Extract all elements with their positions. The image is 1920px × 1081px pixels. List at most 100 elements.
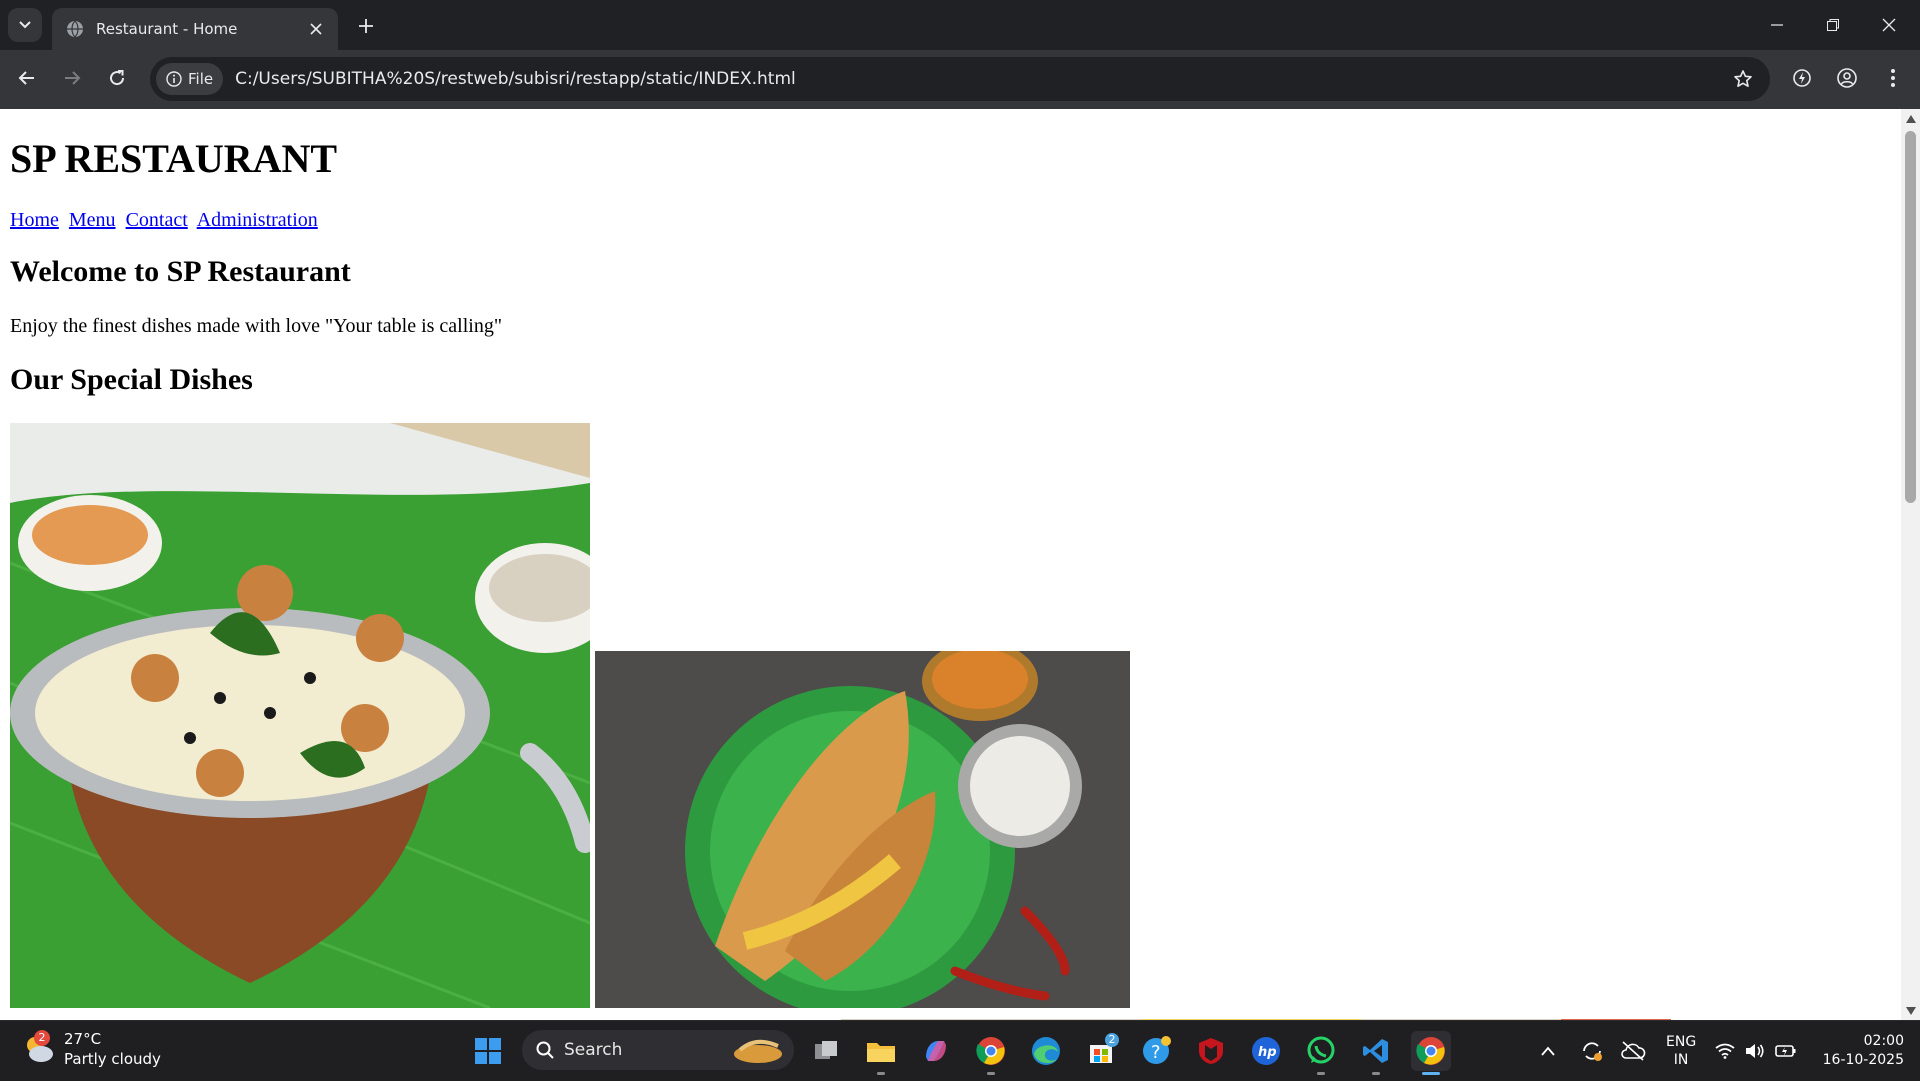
plus-icon bbox=[359, 19, 373, 33]
nav-link-contact[interactable]: Contact bbox=[126, 209, 188, 231]
chrome-taskbar-button[interactable] bbox=[971, 1031, 1011, 1075]
sync-tray-icon[interactable] bbox=[1580, 1021, 1604, 1081]
scroll-down-arrow[interactable] bbox=[1904, 1004, 1917, 1017]
shield-icon bbox=[1199, 1038, 1223, 1064]
scroll-up-arrow[interactable] bbox=[1904, 112, 1917, 125]
quick-settings[interactable] bbox=[1715, 1021, 1797, 1081]
search-icon bbox=[536, 1041, 554, 1059]
mcafee-button[interactable] bbox=[1191, 1031, 1231, 1071]
search-highlight-icon bbox=[734, 1039, 782, 1063]
welcome-heading: Welcome to SP Restaurant bbox=[10, 255, 351, 288]
tab-title: Restaurant - Home bbox=[96, 20, 238, 38]
edge-button[interactable] bbox=[1026, 1031, 1066, 1071]
running-indicator bbox=[877, 1072, 885, 1075]
wifi-icon bbox=[1715, 1043, 1735, 1059]
page-scrollbar[interactable] bbox=[1901, 109, 1920, 1020]
clock[interactable]: 02:00 16-10-2025 bbox=[1812, 1021, 1904, 1081]
scroll-thumb[interactable] bbox=[1905, 131, 1916, 503]
help-icon: ? bbox=[1143, 1036, 1171, 1064]
svg-text:?: ? bbox=[1151, 1042, 1161, 1063]
cloud-off-icon bbox=[1621, 1041, 1646, 1061]
file-explorer-button[interactable] bbox=[861, 1031, 901, 1075]
folder-icon bbox=[867, 1043, 895, 1062]
star-icon bbox=[1734, 70, 1752, 87]
new-tab-button[interactable] bbox=[352, 12, 380, 40]
active-indicator bbox=[1422, 1072, 1440, 1075]
profile-icon bbox=[1837, 68, 1857, 88]
weather-widget[interactable]: 2 27°C Partly cloudy bbox=[22, 1029, 161, 1069]
close-icon bbox=[310, 23, 322, 35]
address-bar[interactable]: File C:/Users/SUBITHA%20S/restweb/subisr… bbox=[150, 57, 1770, 101]
triangle-down-icon bbox=[1905, 1006, 1916, 1015]
page-viewport: SP RESTAURANT Home Menu Contact Administ… bbox=[0, 109, 1901, 1020]
nav-link-home[interactable]: Home bbox=[10, 209, 59, 231]
nav-link-menu[interactable]: Menu bbox=[69, 209, 116, 231]
reload-button[interactable] bbox=[99, 60, 135, 96]
hp-button[interactable]: hp bbox=[1246, 1031, 1286, 1071]
pongal-bowl-photo bbox=[10, 423, 590, 1008]
taskbar-search-label: Search bbox=[564, 1040, 623, 1060]
whatsapp-icon bbox=[1307, 1036, 1335, 1064]
site-info-chip[interactable]: File bbox=[156, 63, 224, 95]
tab-search-button[interactable] bbox=[8, 8, 42, 42]
more-vertical-icon bbox=[1891, 69, 1895, 87]
copilot-icon bbox=[926, 1041, 946, 1061]
running-indicator bbox=[1317, 1072, 1325, 1075]
edge-icon bbox=[1032, 1037, 1060, 1065]
volume-icon bbox=[1746, 1044, 1764, 1058]
third-dish-photo bbox=[841, 1013, 1671, 1020]
region-code: IN bbox=[1673, 1052, 1689, 1068]
windows-logo-icon bbox=[475, 1038, 501, 1064]
vscode-button[interactable] bbox=[1356, 1031, 1396, 1075]
windows-taskbar: 2 27°C Partly cloudy Search 2 ? hp ENG I… bbox=[0, 1020, 1920, 1081]
weather-temp: 27°C bbox=[64, 1030, 102, 1048]
browser-toolbar: File C:/Users/SUBITHA%20S/restweb/subisr… bbox=[0, 50, 1920, 109]
reload-icon bbox=[110, 70, 125, 86]
forward-button[interactable] bbox=[54, 60, 90, 96]
minimize-button[interactable] bbox=[1754, 0, 1800, 50]
task-view-button[interactable] bbox=[806, 1031, 846, 1071]
special-dishes-heading: Our Special Dishes bbox=[10, 363, 253, 396]
restore-button[interactable] bbox=[1810, 0, 1856, 50]
copilot-button[interactable] bbox=[916, 1031, 956, 1071]
profile-button[interactable] bbox=[1829, 60, 1865, 96]
chevron-down-icon bbox=[19, 21, 31, 29]
chevron-up-icon bbox=[1541, 1046, 1555, 1056]
whatsapp-button[interactable] bbox=[1301, 1031, 1341, 1075]
language-indicator[interactable]: ENG IN bbox=[1666, 1021, 1696, 1081]
browser-tab-active[interactable]: Restaurant - Home bbox=[52, 8, 338, 50]
get-help-button[interactable]: ? bbox=[1136, 1031, 1176, 1071]
triangle-up-icon bbox=[1905, 114, 1916, 123]
show-hidden-icons[interactable] bbox=[1540, 1021, 1556, 1081]
restore-icon bbox=[1827, 19, 1839, 31]
chrome-icon bbox=[1416, 1037, 1445, 1065]
url-text[interactable]: C:/Users/SUBITHA%20S/restweb/subisri/res… bbox=[235, 69, 1726, 89]
weather-badge: 2 bbox=[34, 1030, 50, 1046]
bookmark-button[interactable] bbox=[1726, 62, 1760, 96]
back-button[interactable] bbox=[9, 60, 45, 96]
arrow-left-icon bbox=[18, 71, 34, 85]
globe-icon bbox=[67, 20, 83, 38]
tab-close-button[interactable] bbox=[304, 17, 328, 41]
site-title: SP RESTAURANT bbox=[10, 136, 338, 181]
performance-button[interactable] bbox=[1784, 60, 1820, 96]
close-icon bbox=[1882, 18, 1896, 32]
chrome-active-button[interactable] bbox=[1411, 1031, 1451, 1075]
svg-text:hp: hp bbox=[1258, 1045, 1277, 1060]
ms-store-button[interactable]: 2 bbox=[1081, 1031, 1121, 1071]
start-button[interactable] bbox=[468, 1031, 508, 1071]
clock-date: 16-10-2025 bbox=[1822, 1052, 1904, 1068]
store-badge: 2 bbox=[1105, 1033, 1119, 1047]
arrow-right-icon bbox=[65, 71, 81, 85]
nav-link-administration[interactable]: Administration bbox=[197, 209, 318, 231]
vscode-icon bbox=[1363, 1039, 1388, 1063]
browser-titlebar: Restaurant - Home bbox=[0, 0, 1920, 50]
task-view-icon bbox=[815, 1041, 837, 1059]
weather-text: 27°C Partly cloudy bbox=[64, 1029, 161, 1069]
onedrive-tray-icon[interactable] bbox=[1620, 1021, 1646, 1081]
taskbar-search[interactable]: Search bbox=[522, 1030, 794, 1070]
sync-icon bbox=[1583, 1042, 1602, 1061]
chrome-menu-button[interactable] bbox=[1875, 60, 1911, 96]
close-window-button[interactable] bbox=[1866, 0, 1912, 50]
masala-dosa-photo bbox=[595, 651, 1130, 1008]
